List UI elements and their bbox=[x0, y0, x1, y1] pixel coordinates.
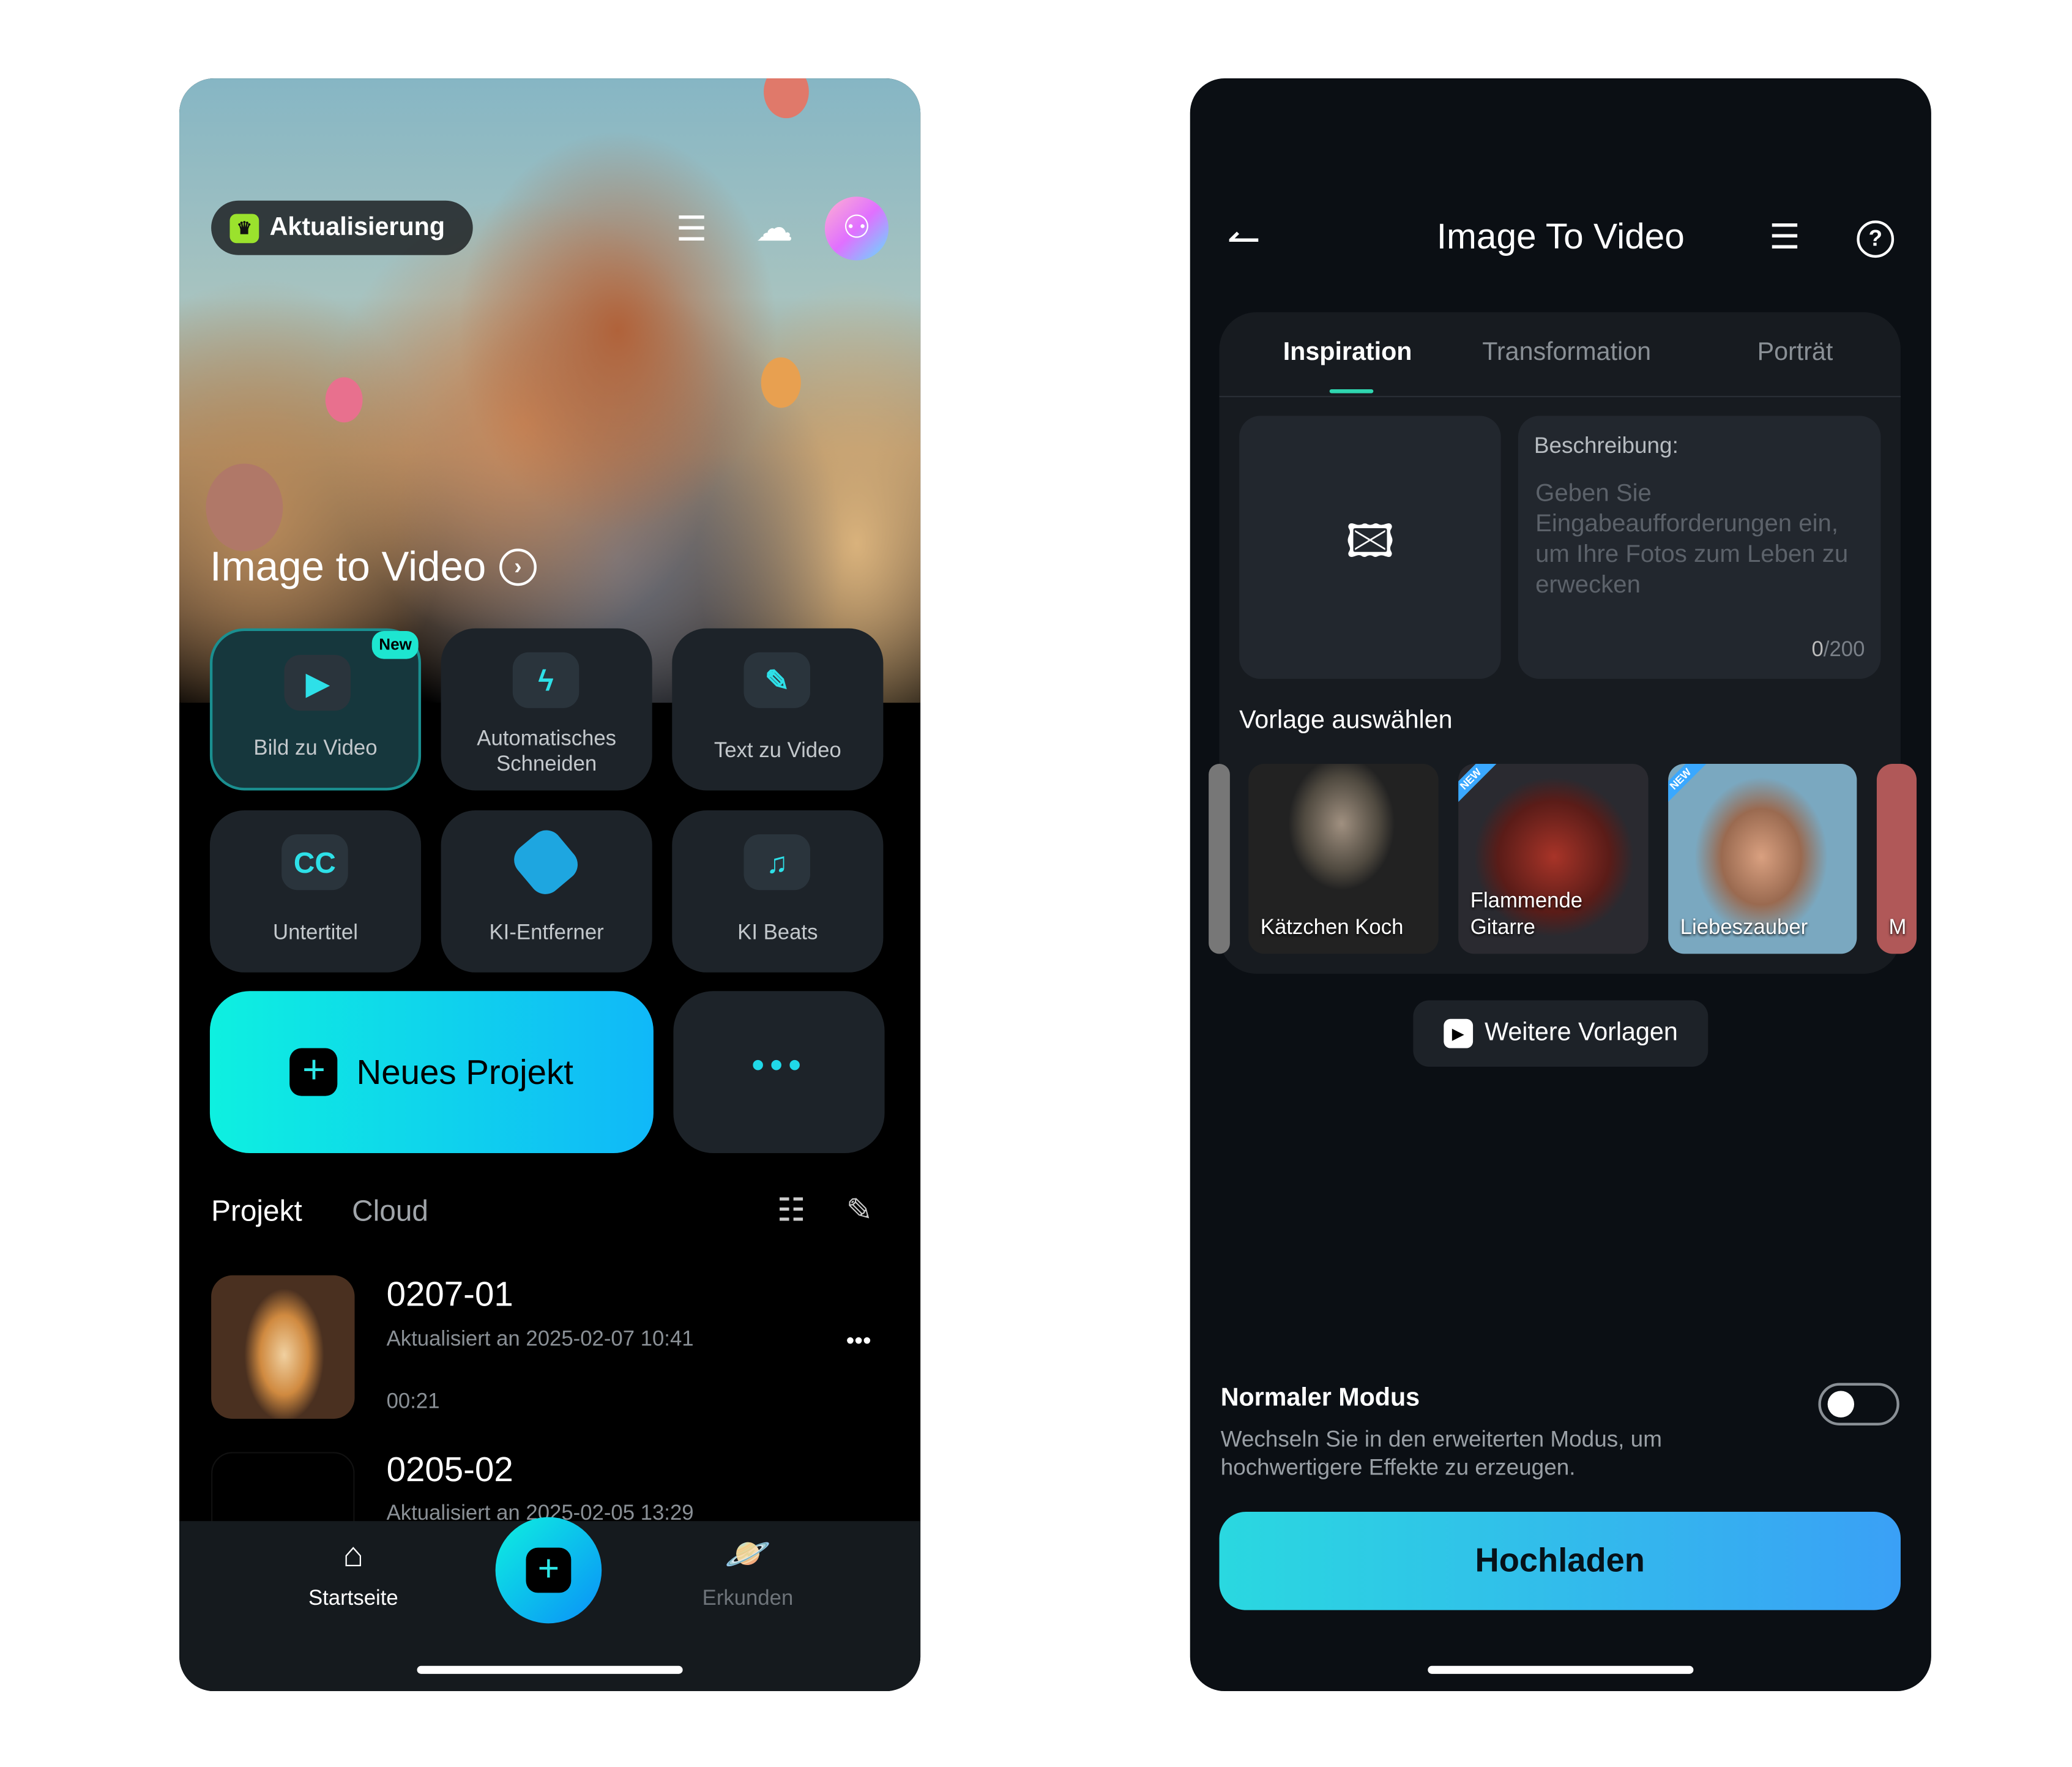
template-card-partial[interactable]: M bbox=[1876, 764, 1917, 954]
tool-auto-cut[interactable]: ϟ Automatisches Schneiden bbox=[441, 628, 652, 791]
home-screen: ♛ Aktualisierung ☰ ☁ ⚇ Image to Video › … bbox=[179, 78, 921, 1692]
help-icon[interactable]: ? bbox=[1857, 220, 1895, 258]
nav-erkunden[interactable]: Erkunden bbox=[675, 1588, 821, 1612]
tool-label: Untertitel bbox=[273, 922, 358, 945]
more-templates-button[interactable]: ▶ Weitere Vorlagen bbox=[1413, 1000, 1709, 1067]
description-placeholder: Geben Sie Eingabeaufforderungen ein, um … bbox=[1535, 478, 1849, 598]
eraser-icon bbox=[507, 823, 584, 901]
hero-title: Image to Video bbox=[209, 543, 486, 590]
description-input[interactable]: Beschreibung: Geben Sie Eingabeaufforder… bbox=[1518, 416, 1881, 679]
pencil-icon: ✎ bbox=[743, 652, 811, 708]
template-heading: Vorlage auswählen bbox=[1239, 706, 1453, 735]
template-card[interactable]: NEW Flammende Gitarre bbox=[1458, 764, 1649, 954]
project-updated: Aktualisiert an 2025-02-07 10:41 bbox=[386, 1328, 694, 1351]
tab-portraet[interactable]: Porträt bbox=[1757, 338, 1833, 368]
description-label: Beschreibung: bbox=[1534, 433, 1679, 458]
hero-title-link[interactable]: Image to Video › bbox=[210, 544, 537, 591]
tool-ki-beats[interactable]: ♫ KI Beats bbox=[672, 810, 884, 973]
lightning-icon: ϟ bbox=[512, 652, 579, 708]
edit-icon[interactable]: ✎ bbox=[846, 1192, 873, 1230]
home-indicator bbox=[1428, 1665, 1694, 1674]
add-image-button[interactable]: 🖾 bbox=[1239, 416, 1501, 679]
char-max: /200 bbox=[1823, 639, 1865, 662]
template-panel: Inspiration Transformation Porträt 🖾 Bes… bbox=[1209, 312, 1917, 974]
image-video-icon: ▶ bbox=[284, 655, 351, 711]
home-indicator bbox=[417, 1665, 683, 1674]
tool-label: Bild zu Video bbox=[253, 737, 378, 760]
tab-projekt[interactable]: Projekt bbox=[211, 1194, 302, 1228]
tab-cloud[interactable]: Cloud bbox=[352, 1194, 428, 1228]
template-card-partial[interactable] bbox=[1209, 764, 1230, 954]
char-count: 0 bbox=[1811, 639, 1824, 662]
new-badge: NEW bbox=[1668, 764, 1708, 807]
new-badge: NEW bbox=[1458, 764, 1498, 807]
template-name: M bbox=[1888, 916, 1907, 940]
mode-description: Wechseln Sie in den erweiterten Modus, u… bbox=[1220, 1427, 1662, 1480]
mode-toggle[interactable] bbox=[1818, 1383, 1899, 1425]
nav-startseite[interactable]: Startseite bbox=[280, 1588, 427, 1612]
tool-text-zu-video[interactable]: ✎ Text zu Video bbox=[672, 628, 884, 791]
tool-label: KI-Entferner bbox=[489, 922, 604, 945]
more-tools-button[interactable]: ••• bbox=[673, 991, 885, 1153]
crown-icon: ♛ bbox=[229, 213, 259, 243]
new-badge: New bbox=[372, 630, 419, 659]
project-more-icon[interactable]: ••• bbox=[846, 1327, 871, 1355]
divider bbox=[1219, 395, 1901, 397]
template-name: Kätzchen Koch bbox=[1260, 916, 1404, 940]
template-name: Flammende Gitarre bbox=[1470, 890, 1583, 940]
template-card[interactable]: Kätzchen Koch bbox=[1248, 764, 1439, 954]
tab-transformation[interactable]: Transformation bbox=[1482, 338, 1651, 368]
tool-untertitel[interactable]: CC Untertitel bbox=[209, 810, 422, 973]
tab-inspiration[interactable]: Inspiration bbox=[1283, 338, 1412, 368]
tool-label: Text zu Video bbox=[714, 739, 841, 763]
planet-icon[interactable]: 🪐 bbox=[701, 1532, 794, 1576]
project-title[interactable]: 0205-02 bbox=[387, 1449, 513, 1490]
project-title[interactable]: 0207-01 bbox=[387, 1274, 513, 1315]
chevron-right-icon: › bbox=[499, 548, 537, 586]
hero-banner[interactable] bbox=[179, 78, 921, 703]
plus-icon: + bbox=[526, 1547, 572, 1593]
tool-label: Automatisches Schneiden bbox=[477, 728, 617, 776]
project-thumbnail[interactable] bbox=[211, 1275, 355, 1419]
upload-button[interactable]: Hochladen bbox=[1219, 1512, 1901, 1610]
home-icon[interactable]: ⌂ bbox=[307, 1534, 400, 1575]
avatar[interactable]: ⚇ bbox=[824, 196, 889, 261]
video-template-icon: ▶ bbox=[1443, 1018, 1473, 1048]
new-project-button[interactable]: + Neues Projekt bbox=[209, 991, 654, 1153]
new-project-label: Neues Projekt bbox=[356, 1051, 573, 1092]
project-duration: 00:21 bbox=[386, 1391, 440, 1414]
cc-icon: CC bbox=[281, 834, 348, 891]
template-name: Liebeszauber bbox=[1680, 916, 1808, 940]
tool-label: KI Beats bbox=[737, 922, 818, 945]
image-to-video-screen: ↼ Image To Video ☰ ? Inspiration Transfo… bbox=[1190, 78, 1931, 1692]
ai-list-icon[interactable]: ☰ bbox=[1769, 217, 1800, 258]
music-beats-icon: ♫ bbox=[743, 834, 811, 891]
template-card[interactable]: NEW Liebeszauber bbox=[1668, 764, 1857, 954]
add-image-icon: 🖾 bbox=[1345, 516, 1395, 567]
more-templates-label: Weitere Vorlagen bbox=[1485, 1018, 1678, 1047]
page-title: Image To Video bbox=[1436, 216, 1685, 256]
update-label: Aktualisierung bbox=[269, 213, 445, 241]
plus-icon: + bbox=[289, 1048, 338, 1096]
ai-list-icon[interactable]: ☰ bbox=[676, 209, 707, 250]
active-tab-indicator bbox=[1329, 389, 1374, 394]
update-button[interactable]: ♛ Aktualisierung bbox=[211, 200, 473, 255]
tool-ki-entferner[interactable]: KI-Entferner bbox=[441, 810, 652, 973]
list-view-icon[interactable]: ☷ bbox=[777, 1192, 806, 1230]
fab-add-button[interactable]: + bbox=[495, 1517, 602, 1624]
cloud-icon[interactable]: ☁ bbox=[756, 206, 793, 250]
mode-title: Normaler Modus bbox=[1220, 1384, 1420, 1413]
tool-bild-zu-video[interactable]: ▶ New Bild zu Video bbox=[209, 628, 422, 791]
toggle-knob bbox=[1827, 1391, 1855, 1418]
